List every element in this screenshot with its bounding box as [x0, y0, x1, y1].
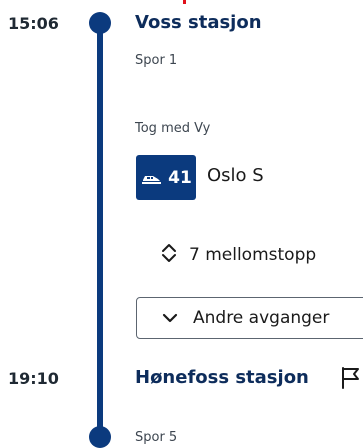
red-marker [183, 0, 186, 4]
arrival-station: Hønefoss stasjon [135, 367, 309, 388]
intermediate-stops-label: 7 mellomstopp [189, 245, 317, 265]
line-badge: 41 [136, 155, 196, 200]
arrival-time: 19:10 [8, 369, 59, 388]
train-icon [140, 170, 162, 186]
line-number: 41 [168, 167, 192, 188]
departure-platform: Spor 1 [135, 53, 178, 68]
departure-time: 15:06 [8, 14, 59, 33]
intermediate-stops-toggle[interactable]: 7 mellomstopp [159, 242, 316, 268]
expand-collapse-icon [159, 242, 179, 268]
departure-dot [89, 12, 111, 34]
timeline-line [97, 22, 103, 438]
line-destination: Oslo S [207, 165, 264, 186]
chevron-down-icon [161, 309, 179, 328]
flag-icon [340, 366, 362, 394]
other-departures-label: Andre avganger [193, 308, 330, 328]
operator-label: Tog med Vy [135, 121, 211, 136]
arrival-dot [89, 426, 111, 448]
arrival-platform: Spor 5 [135, 430, 178, 445]
departure-station: Voss stasjon [135, 12, 262, 33]
other-departures-button[interactable]: Andre avganger [136, 297, 363, 339]
